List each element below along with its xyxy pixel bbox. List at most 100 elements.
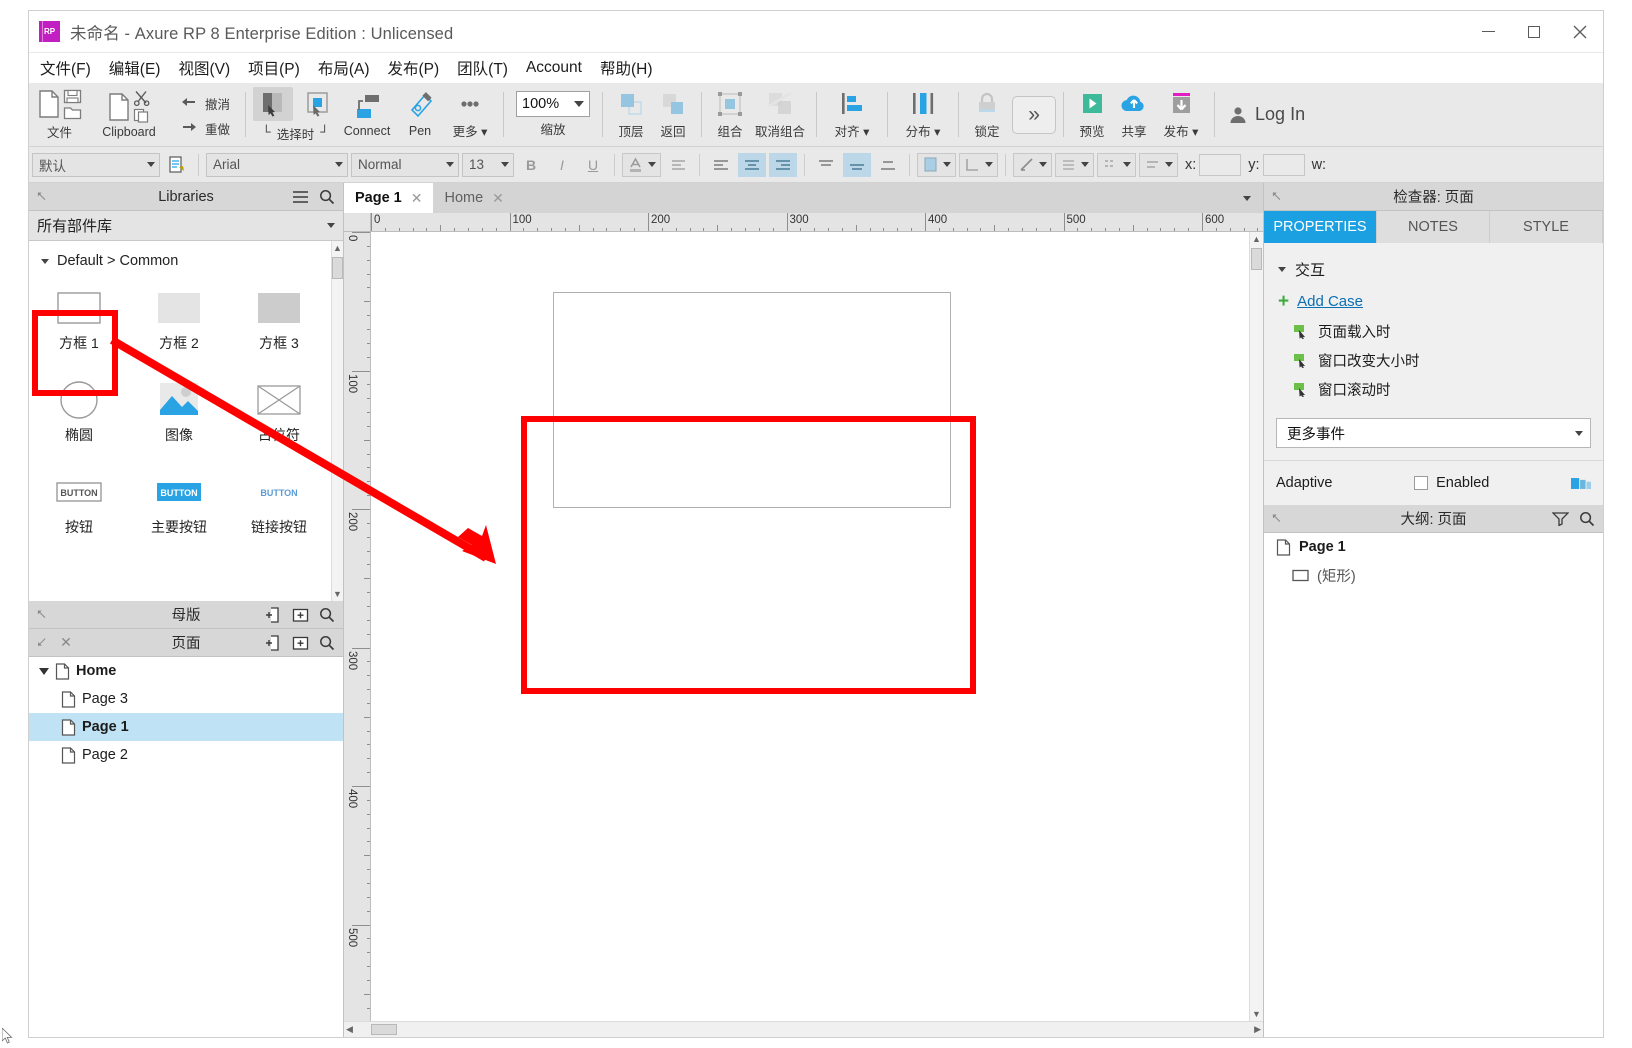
shadow-button[interactable] — [959, 153, 998, 177]
align-left-text-button[interactable] — [707, 153, 735, 177]
valign-top-button[interactable] — [812, 153, 840, 177]
outline-item-page1[interactable]: Page 1 — [1264, 533, 1603, 561]
italic-button[interactable]: I — [548, 153, 576, 177]
add-folder-icon[interactable] — [292, 607, 309, 623]
design-canvas[interactable] — [371, 232, 1249, 1021]
line-width-button[interactable] — [1055, 153, 1094, 177]
menu-layout[interactable]: 布局(A) — [309, 53, 379, 83]
menu-help[interactable]: 帮助(H) — [591, 53, 662, 83]
widget-image[interactable]: 图像 — [129, 371, 229, 463]
line-arrow-button[interactable] — [1139, 153, 1178, 177]
x-input[interactable] — [1199, 154, 1241, 176]
clipboard-group-button[interactable]: Clipboard — [86, 83, 172, 146]
enabled-checkbox[interactable] — [1414, 476, 1428, 490]
fill-color-button[interactable] — [917, 153, 956, 177]
scroll-up-icon[interactable]: ▲ — [1252, 232, 1261, 246]
file-group-button[interactable]: 文件 — [33, 83, 86, 146]
widget-primary-button[interactable]: BUTTON 主要按钮 — [129, 463, 229, 555]
widget-style-select[interactable]: 默认 — [32, 153, 160, 177]
align-button[interactable]: 对齐 ▾ — [824, 83, 880, 146]
preview-button[interactable]: 预览 — [1071, 83, 1113, 146]
scroll-left-icon[interactable]: ◀ — [346, 1022, 353, 1037]
page-tree-item-page2[interactable]: Page 2 — [29, 741, 343, 769]
minimize-button[interactable] — [1465, 11, 1511, 53]
zoom-control[interactable]: 100% 缩放 — [511, 83, 595, 146]
close-button[interactable] — [1557, 11, 1603, 53]
scroll-up-icon[interactable]: ▲ — [333, 241, 342, 255]
widget-box-1[interactable]: 方框 1 — [29, 279, 129, 371]
select-intersect-tool[interactable] — [253, 87, 293, 121]
y-input[interactable] — [1263, 154, 1305, 176]
pen-tool-button[interactable]: Pen — [396, 83, 444, 146]
page-tree-item-home[interactable]: Home — [29, 657, 343, 685]
library-select[interactable]: 所有部件库 — [29, 211, 343, 241]
hamburger-icon[interactable] — [292, 190, 309, 204]
search-icon[interactable] — [319, 607, 335, 623]
outline-item-rectangle[interactable]: (矩形) — [1264, 561, 1603, 589]
event-window-scroll[interactable]: 窗口滚动时 — [1264, 375, 1603, 404]
scroll-right-icon[interactable]: ▶ — [1254, 1022, 1261, 1037]
event-window-resize[interactable]: 窗口改变大小时 — [1264, 346, 1603, 375]
tab-overflow-chevron-icon[interactable] — [1243, 196, 1251, 201]
widget-link-button[interactable]: BUTTON 链接按钮 — [229, 463, 329, 555]
menu-project[interactable]: 项目(P) — [239, 53, 309, 83]
edit-style-button[interactable] — [163, 153, 191, 177]
page-tree-item-page1[interactable]: Page 1 — [29, 713, 343, 741]
close-icon[interactable]: ✕ — [60, 634, 72, 651]
canvas-vertical-scrollbar[interactable]: ▲ ▼ — [1249, 232, 1263, 1021]
ungroup-button[interactable]: 取消组合 — [751, 83, 809, 146]
canvas-horizontal-scrollbar[interactable]: ◀ ▶ — [344, 1021, 1263, 1037]
tab-notes[interactable]: NOTES — [1377, 211, 1490, 243]
more-events-select[interactable]: 更多事件 — [1276, 418, 1591, 448]
add-case-row[interactable]: + Add Case — [1264, 286, 1603, 317]
login-button[interactable]: Log In — [1228, 104, 1305, 125]
tab-style[interactable]: STYLE — [1490, 211, 1603, 243]
event-page-load[interactable]: 页面载入时 — [1264, 317, 1603, 346]
filter-icon[interactable] — [1552, 511, 1569, 526]
bold-button[interactable]: B — [517, 153, 545, 177]
collapse-icon[interactable]: ⭩ — [37, 634, 46, 651]
triangle-expanded-icon[interactable] — [39, 668, 49, 675]
scrollbar-thumb[interactable] — [1251, 248, 1262, 270]
add-folder-icon[interactable] — [292, 635, 309, 651]
search-icon[interactable] — [1579, 511, 1595, 527]
collapse-icon[interactable]: ⭦ — [1272, 188, 1281, 205]
close-icon[interactable]: ✕ — [411, 190, 423, 207]
add-case-link[interactable]: Add Case — [1297, 293, 1363, 310]
font-family-select[interactable]: Arial — [206, 153, 348, 177]
maximize-button[interactable] — [1511, 11, 1557, 53]
scroll-down-icon[interactable]: ▼ — [1252, 1007, 1261, 1021]
font-size-select[interactable]: 13 — [462, 153, 514, 177]
share-button[interactable]: 共享 — [1113, 83, 1155, 146]
widget-box-2[interactable]: 方框 2 — [129, 279, 229, 371]
lock-button[interactable]: 锁定 — [966, 83, 1008, 146]
connect-tool-button[interactable]: Connect — [338, 83, 396, 146]
menu-file[interactable]: 文件(F) — [31, 53, 100, 83]
bring-to-front-button[interactable]: 顶层 — [610, 83, 652, 146]
distribute-button[interactable]: 分布 ▾ — [895, 83, 951, 146]
canvas-tab-page1[interactable]: Page 1 ✕ — [344, 183, 433, 213]
widget-placeholder[interactable]: 占位符 — [229, 371, 329, 463]
text-align-left-button[interactable] — [664, 153, 692, 177]
canvas-tab-home[interactable]: Home ✕ — [433, 183, 514, 213]
send-to-back-button[interactable]: 返回 — [652, 83, 694, 146]
widget-box-3[interactable]: 方框 3 — [229, 279, 329, 371]
interactions-section-header[interactable]: 交互 — [1264, 253, 1603, 286]
undo-button[interactable]: 撤消 — [176, 90, 234, 115]
collapse-icon[interactable]: ⭦ — [37, 188, 46, 205]
align-right-text-button[interactable] — [769, 153, 797, 177]
font-weight-select[interactable]: Normal — [351, 153, 459, 177]
underline-button[interactable]: U — [579, 153, 607, 177]
library-group-header[interactable]: Default > Common — [29, 249, 331, 279]
search-icon[interactable] — [319, 635, 335, 651]
widget-button[interactable]: BUTTON 按钮 — [29, 463, 129, 555]
valign-middle-button[interactable] — [843, 153, 871, 177]
scrollbar-thumb[interactable] — [332, 257, 343, 279]
toolbar-overflow-button[interactable]: » — [1012, 96, 1056, 134]
libraries-scrollbar[interactable]: ▲ ▼ — [331, 241, 343, 601]
menu-view[interactable]: 视图(V) — [169, 53, 239, 83]
menu-account[interactable]: Account — [517, 55, 591, 81]
menu-edit[interactable]: 编辑(E) — [100, 53, 170, 83]
publish-button[interactable]: 发布 ▾ — [1155, 83, 1207, 146]
page-tree-item-page3[interactable]: Page 3 — [29, 685, 343, 713]
